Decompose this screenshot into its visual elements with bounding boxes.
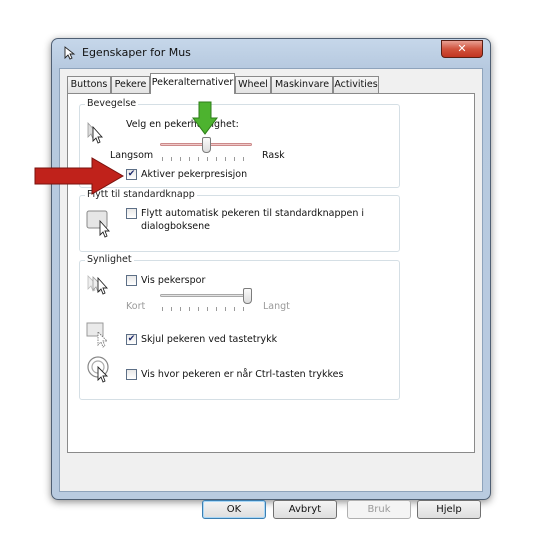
checkmark-icon: ✔ [127, 334, 136, 344]
snap-to-group: Flytt til standardknapp Flytt automatisk… [79, 189, 400, 252]
speed-label: Velg en pekerhastighet: [126, 119, 239, 130]
show-location-checkbox[interactable] [126, 369, 137, 380]
precision-label: Aktiver pekerpresisjon [141, 169, 248, 180]
speed-slider-ticks [162, 157, 252, 161]
cancel-button[interactable]: Avbryt [273, 500, 337, 519]
fast-label: Rask [262, 150, 285, 161]
tab-activities[interactable]: Activities [333, 76, 379, 93]
speed-slider-thumb[interactable] [201, 137, 211, 153]
precision-checkbox[interactable]: ✔ [126, 169, 137, 180]
apply-button[interactable]: Bruk [347, 500, 411, 519]
trails-slider-thumb[interactable] [243, 288, 252, 304]
snap-to-label-line1: Flytt automatisk pekeren til standardkna… [141, 208, 365, 219]
close-button[interactable]: ✕ [441, 40, 483, 58]
tab-buttons[interactable]: Buttons [67, 76, 111, 93]
visibility-group: Synlighet Vis pekerspor Kort Langt ✔ Skj… [79, 254, 400, 400]
pointer-trails-icon [87, 275, 109, 295]
show-location-icon [87, 356, 109, 383]
title-bar[interactable]: Egenskaper for Mus ✕ [52, 39, 490, 67]
hide-pointer-icon [86, 322, 109, 348]
show-location-label: Vis hvor pekeren er når Ctrl-tasten tryk… [141, 369, 344, 380]
tab-pointer-options[interactable]: Pekeralternativer [150, 73, 235, 94]
snap-to-button-icon [86, 210, 111, 238]
tab-pointers[interactable]: Pekere [111, 76, 150, 93]
mouse-pointer-icon [64, 46, 76, 60]
hide-pointer-label: Skjul pekeren ved tastetrykk [141, 334, 278, 345]
tab-wheel[interactable]: Wheel [235, 76, 271, 93]
pointer-speed-icon [87, 121, 104, 144]
tab-panel-pointer-options: Bevegelse Velg en pekerhastighet: Langso… [67, 93, 475, 453]
trails-slider-track[interactable] [160, 294, 252, 297]
motion-group-title: Bevegelse [85, 98, 139, 109]
snap-to-label-line2: dialogboksene [141, 221, 210, 232]
red-arrow-icon [34, 157, 124, 195]
pointer-trails-label: Vis pekerspor [141, 275, 206, 286]
mouse-properties-window: Egenskaper for Mus ✕ Buttons Pekere Peke… [51, 38, 491, 519]
hide-pointer-checkbox[interactable]: ✔ [126, 334, 137, 345]
visibility-group-title: Synlighet [85, 254, 134, 265]
motion-group: Bevegelse Velg en pekerhastighet: Langso… [79, 98, 400, 188]
ok-button[interactable]: OK [202, 500, 266, 519]
dialog-client-area: Buttons Pekere Pekeralternativer Wheel M… [59, 68, 483, 519]
pointer-trails-checkbox[interactable] [126, 275, 137, 286]
green-arrow-icon [192, 101, 218, 135]
tab-hardware[interactable]: Maskinvare [271, 76, 333, 93]
snap-to-checkbox[interactable] [126, 208, 137, 219]
window-title: Egenskaper for Mus [82, 46, 191, 59]
trails-slider-ticks [162, 307, 252, 311]
trails-short-label: Kort [126, 301, 146, 312]
trails-long-label: Langt [263, 301, 290, 312]
checkmark-icon: ✔ [127, 169, 136, 179]
help-button[interactable]: Hjelp [417, 500, 481, 519]
